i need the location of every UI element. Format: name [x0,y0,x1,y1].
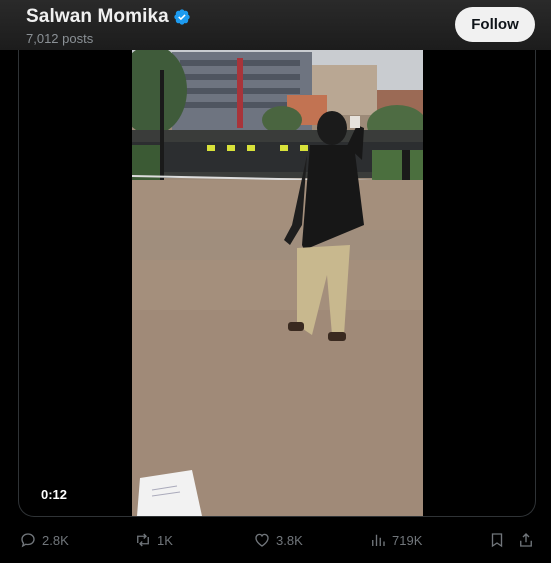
repost-button[interactable]: 1K [134,531,173,549]
name-row: Salwan Momika [26,6,191,28]
views-count: 719K [392,532,423,548]
profile-header: Salwan Momika 7,012 posts Follow [0,0,551,50]
bookmark-icon [491,533,503,548]
video-timestamp: 0:12 [41,487,68,502]
repost-count: 1K [157,532,173,548]
display-name[interactable]: Salwan Momika [26,6,169,28]
reply-icon [21,533,35,548]
post-count: 7,012 posts [26,31,94,46]
repost-icon [137,533,149,547]
views-button[interactable]: 719K [369,531,422,549]
video-frame [132,50,423,516]
share-button[interactable] [517,531,540,549]
verified-badge-icon [174,9,190,25]
reply-button[interactable]: 2.8K [19,531,69,549]
reply-count: 2.8K [42,532,69,548]
action-bar: 2.8K 1K 3.8K 719K [0,527,551,553]
like-count: 3.8K [276,532,303,548]
share-icon [520,533,532,547]
video-player[interactable] [132,50,423,516]
like-icon [255,533,269,547]
bookmark-button[interactable] [488,531,511,549]
media-card[interactable]: 0:12 [18,50,536,517]
like-button[interactable]: 3.8K [253,531,303,549]
views-icon [372,534,385,546]
follow-button[interactable]: Follow [455,7,535,42]
